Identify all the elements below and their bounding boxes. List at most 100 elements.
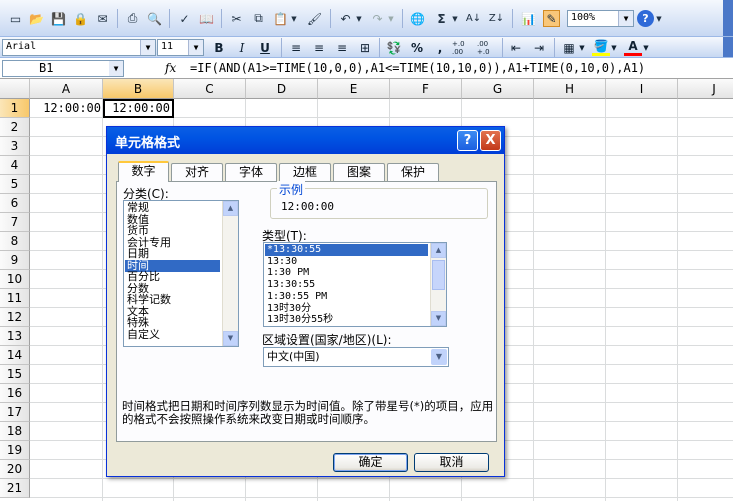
row-header-8[interactable]: 8 (0, 232, 30, 251)
row-header-4[interactable]: 4 (0, 156, 30, 175)
fill-color-icon[interactable]: 🪣 (592, 39, 610, 56)
scroll-up-icon[interactable]: ▲ (223, 201, 238, 216)
toolbar-options-icon[interactable] (723, 37, 733, 57)
type-item[interactable]: 13时30分 (265, 303, 428, 315)
help-dropdown-icon[interactable]: ▼ (655, 10, 663, 27)
type-list[interactable]: *13:30:55 13:30 1:30 PM 13:30:55 1:30:55 PM 1… (263, 242, 447, 327)
copy-icon[interactable]: ⧉ (250, 10, 267, 27)
type-item[interactable]: 1:30:55 PM (265, 291, 428, 303)
row-header-14[interactable]: 14 (0, 346, 30, 365)
column-header-a[interactable]: A (30, 79, 103, 99)
column-header-j[interactable]: J (678, 79, 733, 99)
type-item[interactable]: 13:30 (265, 256, 428, 268)
merge-center-icon[interactable]: ⊞ (356, 39, 374, 56)
italic-button[interactable]: I (233, 39, 251, 56)
print-icon[interactable]: ⎙ (124, 10, 141, 27)
zoom-combo[interactable]: 100% ▼ (567, 10, 634, 27)
currency-icon[interactable]: 💱 (385, 39, 403, 56)
cell-a1[interactable]: 12:00:00 (30, 99, 103, 118)
spelling-icon[interactable]: ✓ (176, 10, 193, 27)
chevron-down-icon[interactable]: ▼ (140, 40, 155, 55)
tab-protection[interactable]: 保护 (387, 163, 439, 181)
help-button[interactable]: ? (457, 130, 478, 151)
chevron-down-icon[interactable]: ▼ (431, 349, 447, 365)
name-box[interactable]: B1 ▼ (2, 60, 124, 77)
borders-dropdown-icon[interactable]: ▼ (578, 39, 586, 56)
tab-font[interactable]: 字体 (225, 163, 277, 181)
sort-ascending-icon[interactable]: A↓ (465, 10, 482, 27)
borders-icon[interactable]: ▦ (560, 39, 578, 56)
insert-function-button[interactable]: fx (165, 61, 176, 75)
scroll-up-icon[interactable]: ▲ (431, 243, 446, 258)
row-header-1[interactable]: 1 (0, 99, 30, 118)
font-color-dropdown-icon[interactable]: ▼ (642, 39, 650, 56)
row-header-10[interactable]: 10 (0, 270, 30, 289)
paste-icon[interactable]: 📋 (272, 10, 289, 27)
column-header-f[interactable]: F (390, 79, 462, 99)
column-header-e[interactable]: E (318, 79, 390, 99)
undo-icon[interactable]: ↶ (337, 10, 354, 27)
close-button[interactable]: X (480, 130, 501, 151)
align-center-icon[interactable]: ≡ (310, 39, 328, 56)
row-header-12[interactable]: 12 (0, 308, 30, 327)
bold-button[interactable]: B (210, 39, 228, 56)
row-header-20[interactable]: 20 (0, 460, 30, 479)
scroll-down-icon[interactable]: ▼ (431, 311, 446, 326)
column-header-d[interactable]: D (246, 79, 318, 99)
tab-number[interactable]: 数字 (118, 161, 169, 182)
chevron-down-icon[interactable]: ▼ (109, 61, 123, 76)
decrease-indent-icon[interactable]: ⇤ (507, 39, 525, 56)
row-header-5[interactable]: 5 (0, 175, 30, 194)
scroll-down-icon[interactable]: ▼ (223, 331, 238, 346)
open-icon[interactable]: 📂 (28, 10, 45, 27)
column-header-g[interactable]: G (462, 79, 534, 99)
print-preview-icon[interactable]: 🔍 (146, 10, 163, 27)
row-header-3[interactable]: 3 (0, 137, 30, 156)
tab-patterns[interactable]: 图案 (333, 163, 385, 181)
drawing-icon[interactable]: ✎ (543, 10, 560, 27)
ok-button[interactable]: 确定 (333, 453, 408, 472)
chevron-down-icon[interactable]: ▼ (618, 11, 633, 26)
type-item[interactable]: 13时30分55秒 (265, 314, 428, 326)
chevron-down-icon[interactable]: ▼ (188, 40, 203, 55)
row-header-6[interactable]: 6 (0, 194, 30, 213)
type-scrollbar[interactable]: ▲ ▼ (430, 243, 446, 326)
underline-button[interactable]: U (256, 39, 274, 56)
select-all-corner[interactable] (0, 79, 30, 99)
new-icon[interactable]: ▭ (7, 10, 24, 27)
locale-select[interactable]: 中文(中国) ▼ (263, 347, 449, 367)
type-item[interactable]: *13:30:55 (265, 244, 428, 256)
row-header-2[interactable]: 2 (0, 118, 30, 137)
chart-wizard-icon[interactable]: 📊 (520, 10, 537, 27)
tab-border[interactable]: 边框 (279, 163, 331, 181)
row-header-7[interactable]: 7 (0, 213, 30, 232)
autosum-dropdown-icon[interactable]: ▼ (451, 10, 459, 27)
category-scrollbar[interactable]: ▲ ▼ (222, 201, 238, 346)
row-header-18[interactable]: 18 (0, 422, 30, 441)
dialog-titlebar[interactable]: 单元格格式 ? X (107, 127, 504, 154)
undo-dropdown-icon[interactable]: ▼ (355, 10, 363, 27)
redo-icon[interactable]: ↷ (369, 10, 386, 27)
align-right-icon[interactable]: ≡ (333, 39, 351, 56)
permission-icon[interactable]: 🔒 (72, 10, 89, 27)
increase-decimal-button[interactable]: +.0 .00 (452, 39, 474, 56)
column-header-c[interactable]: C (174, 79, 246, 99)
row-header-21[interactable]: 21 (0, 479, 30, 498)
percent-button[interactable]: % (408, 39, 426, 56)
research-icon[interactable]: 📖 (198, 10, 215, 27)
row-header-11[interactable]: 11 (0, 289, 30, 308)
type-item[interactable]: 1:30 PM (265, 267, 428, 279)
email-icon[interactable]: ✉ (94, 10, 111, 27)
save-icon[interactable]: 💾 (50, 10, 67, 27)
cancel-button[interactable]: 取消 (414, 453, 489, 472)
font-size-combo[interactable]: 11 ▼ (157, 39, 204, 56)
sort-descending-icon[interactable]: Z↓ (488, 10, 505, 27)
comma-button[interactable]: , (431, 39, 449, 56)
row-header-16[interactable]: 16 (0, 384, 30, 403)
column-header-i[interactable]: I (606, 79, 678, 99)
redo-dropdown-icon[interactable]: ▼ (387, 10, 395, 27)
tab-alignment[interactable]: 对齐 (171, 163, 223, 181)
cut-icon[interactable]: ✂ (228, 10, 245, 27)
paste-dropdown-icon[interactable]: ▼ (290, 10, 298, 27)
help-icon[interactable]: ? (637, 10, 654, 27)
